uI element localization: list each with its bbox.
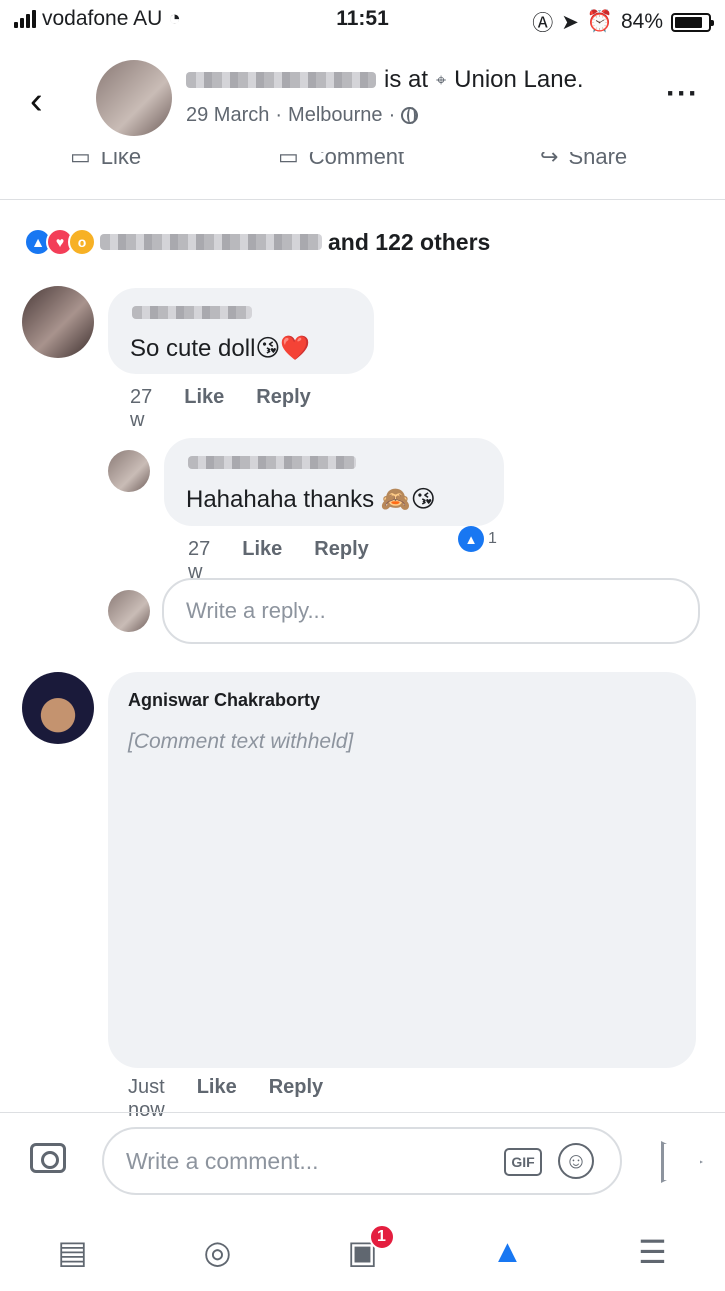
comment-text: Hahahaha thanks 🙈😘 xyxy=(186,486,436,513)
comment-time: 27 w xyxy=(130,386,153,431)
avatar[interactable] xyxy=(108,450,150,492)
location-pin-icon: ⌖ xyxy=(436,69,447,90)
camera-icon[interactable] xyxy=(30,1143,66,1173)
notifications-tab[interactable]: ▲ xyxy=(478,1222,538,1282)
location-link[interactable]: Union Lane. xyxy=(454,66,583,94)
tab-bar: ▤ ◎ ▣ 1 ▲ ☰ xyxy=(0,1212,725,1291)
menu-tab[interactable]: ☰ xyxy=(623,1222,683,1282)
post-action-bar: ▭ Like ▭ Comment ↪ Share xyxy=(0,152,725,200)
speech-bubble-icon: ▭ xyxy=(278,152,299,169)
checkin-text: is at xyxy=(384,66,429,93)
battery-icon xyxy=(671,12,714,32)
commenter-name-blurred[interactable] xyxy=(132,306,252,319)
reactions-count-text: and 122 others xyxy=(328,228,491,255)
gif-icon[interactable]: GIF xyxy=(504,1148,542,1176)
status-bar: vodafone AU ◔ 11:51 Ⓐ ➤ ⏰ 84% xyxy=(0,0,725,40)
hamburger-menu-icon: ☰ xyxy=(638,1233,667,1270)
more-options-icon[interactable]: ··· xyxy=(666,79,699,109)
emoji-icon[interactable]: ☺ xyxy=(558,1143,594,1179)
comment-bubble: Agniswar Chakraborty [Comment text withh… xyxy=(108,672,696,1068)
friends-tab[interactable]: ◎ xyxy=(188,1222,248,1282)
post-header: ‹ is at ⌖ Union Lane. 29 March · Melbour… xyxy=(0,48,725,148)
comment-bubble: So cute doll😘❤️ xyxy=(108,288,374,374)
globe-icon xyxy=(401,107,419,124)
share-arrow-icon: ↪ xyxy=(540,152,559,169)
notification-badge: 1 xyxy=(368,1223,395,1250)
send-icon[interactable] xyxy=(661,1141,697,1177)
comment-bubble: Hahahaha thanks 🙈😘 xyxy=(164,438,504,526)
comment-text: So cute doll😘❤️ xyxy=(130,335,311,362)
comment-like-link[interactable]: Like xyxy=(184,386,224,432)
commenter-name[interactable]: Agniswar Chakraborty xyxy=(128,690,320,711)
marketplace-tab[interactable]: ▣ 1 xyxy=(333,1222,395,1282)
comment-like-badge[interactable]: ▲ 1 xyxy=(458,526,497,552)
comment-reply-link[interactable]: Reply xyxy=(256,386,310,432)
friends-icon: ◎ xyxy=(203,1233,232,1270)
share-action[interactable]: ↪ Share xyxy=(540,152,627,170)
thumbs-up-icon: ▭ xyxy=(70,152,91,169)
poster-name-blurred[interactable] xyxy=(186,72,376,88)
avatar[interactable] xyxy=(22,672,94,744)
reactor-names-blurred xyxy=(100,234,322,250)
comment-composer: Write a comment... GIF ☺ xyxy=(0,1112,725,1210)
battery-percent: 84% xyxy=(620,10,663,33)
wow-reaction-icon: o xyxy=(68,228,96,256)
post-city[interactable]: Melbourne xyxy=(288,104,383,127)
post-date[interactable]: 29 March xyxy=(186,104,269,127)
poster-avatar[interactable] xyxy=(96,60,172,136)
alarm-icon: ⏰ xyxy=(586,10,613,33)
thumbs-up-icon: ▲ xyxy=(458,526,484,552)
back-arrow-icon[interactable]: ‹ xyxy=(30,82,43,120)
news-feed-tab[interactable]: ▤ xyxy=(43,1222,103,1282)
avatar[interactable] xyxy=(22,286,94,358)
commenter-name-blurred[interactable] xyxy=(188,456,356,469)
avatar xyxy=(108,590,150,632)
reactions-summary[interactable]: ▲ ♥ o and 122 others xyxy=(24,228,490,256)
comment-action[interactable]: ▭ Comment xyxy=(278,152,404,170)
news-feed-icon: ▤ xyxy=(57,1233,88,1270)
orientation-lock-icon: Ⓐ xyxy=(532,12,554,35)
withheld-notice: [Comment text withheld] xyxy=(128,730,354,753)
bell-icon: ▲ xyxy=(491,1233,524,1269)
comment-input[interactable]: Write a comment... GIF ☺ xyxy=(102,1127,622,1195)
location-arrow-icon: ➤ xyxy=(561,10,579,34)
reply-input[interactable]: Write a reply... xyxy=(162,578,700,644)
like-action[interactable]: ▭ Like xyxy=(70,152,141,170)
